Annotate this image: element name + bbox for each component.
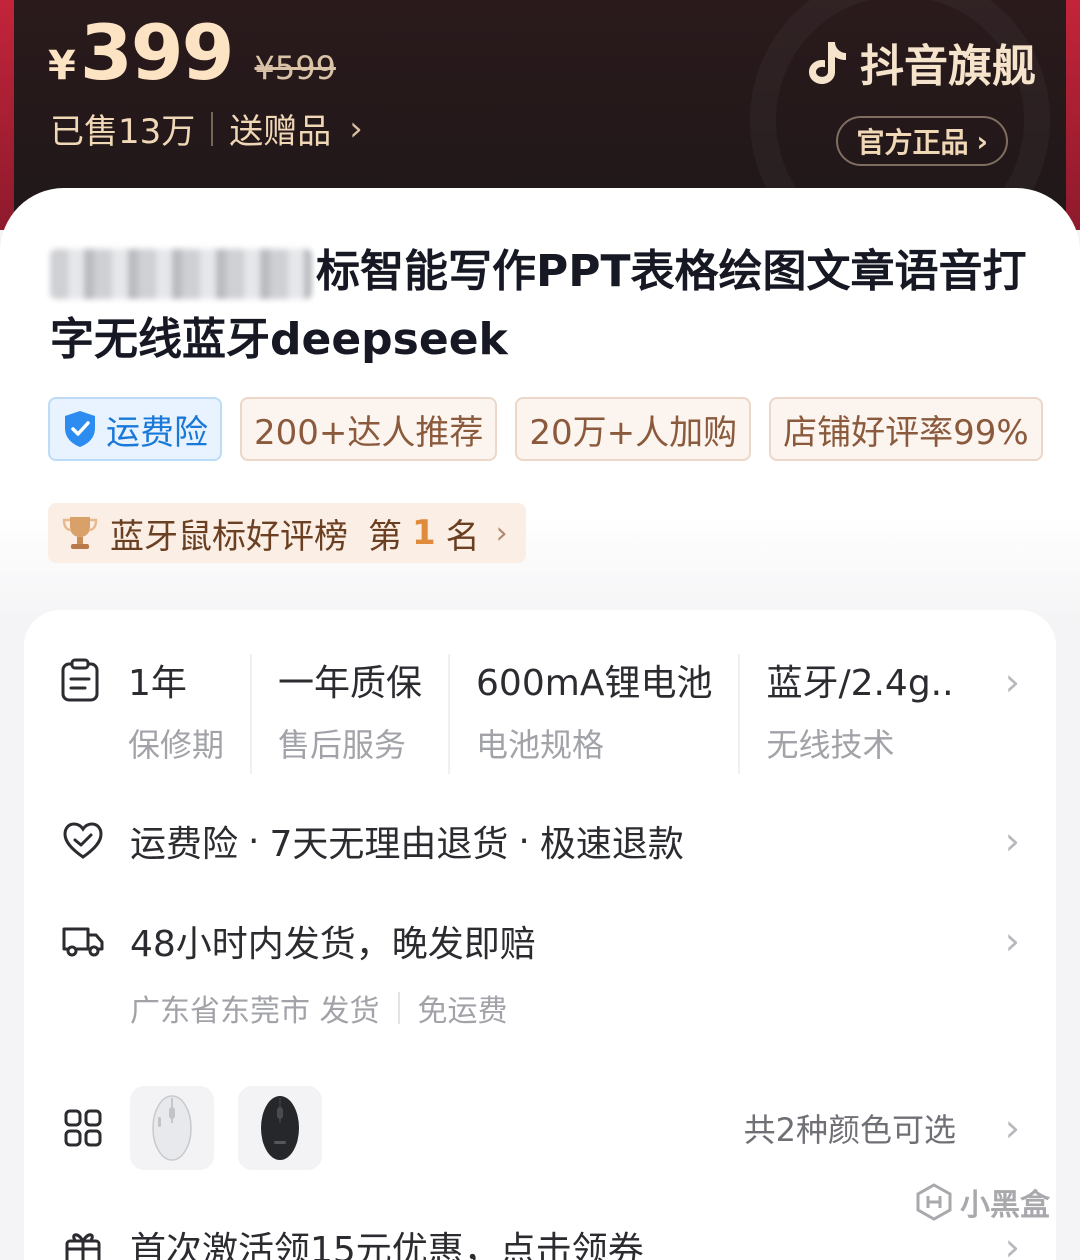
- spec-value: 蓝牙/2.4g..: [766, 663, 954, 704]
- gift-link[interactable]: 送赠品: [229, 104, 331, 153]
- color-thumb-black[interactable]: [238, 1086, 322, 1170]
- tag-label: 店铺好评率99%: [783, 412, 1029, 453]
- price-row: ¥ 399 ¥599: [48, 8, 336, 97]
- official-label: 官方正品: [856, 126, 969, 159]
- spec-key: 售后服务: [278, 726, 407, 764]
- black-mouse-icon: [261, 1096, 299, 1160]
- shipping-details: 广东省东莞市 发货 免运费: [130, 986, 508, 1030]
- chevron-right-icon: ›: [1004, 660, 1020, 704]
- spec-value: 600mA锂电池: [476, 663, 713, 704]
- shipping-promise: 48小时内发货，晚发即赔: [130, 924, 536, 965]
- chevron-right-icon: ›: [1004, 1225, 1020, 1260]
- tag-label: 运费险: [106, 412, 208, 453]
- chevron-right-icon: ›: [495, 515, 508, 551]
- coupon-text: 首次激活领15元优惠，点击领券: [130, 1230, 644, 1260]
- currency-symbol: ¥: [48, 43, 76, 89]
- heybox-watermark: 小黑盒: [914, 1180, 1050, 1224]
- separator-dot: ·: [248, 820, 260, 862]
- official-genuine-button[interactable]: 官方正品 ›: [836, 116, 1008, 166]
- cart-add-count-tag: 20万+人加购: [515, 397, 752, 461]
- color-options-label: 共2种颜色可选: [743, 1111, 956, 1149]
- chevron-right-icon: ›: [1004, 919, 1020, 963]
- spec-battery: 600mA锂电池 电池规格: [476, 654, 741, 774]
- header-edge-right: [1066, 0, 1080, 230]
- tag-label: 200+达人推荐: [254, 412, 484, 453]
- color-options-row[interactable]: 共2种颜色可选 ›: [60, 1086, 1020, 1170]
- douyin-logo-icon: [809, 42, 846, 84]
- shop-rating-tag: 店铺好评率99%: [769, 397, 1043, 461]
- trophy-icon: [62, 517, 98, 549]
- separator-dot: ·: [518, 820, 530, 862]
- product-tags: 运费险 200+达人推荐 20万+人加购 店铺好评率99%: [48, 397, 1061, 461]
- douyin-flagship-badge: 抖音旗舰: [804, 30, 1036, 94]
- chevron-right-icon: ›: [1004, 1106, 1020, 1150]
- shipping-row[interactable]: 48小时内发货，晚发即赔 ›: [60, 916, 1020, 966]
- coupon-row[interactable]: 首次激活领15元优惠，点击领券 ›: [60, 1222, 1020, 1260]
- rank-suffix: 名: [445, 516, 480, 557]
- spec-value: 一年质保: [278, 663, 423, 704]
- heybox-logo-icon: [916, 1183, 952, 1221]
- service-a: 运费险: [130, 824, 239, 865]
- spec-key: 无线技术: [766, 726, 895, 764]
- detail-card: 1年 保修期 一年质保 售后服务 600mA锂电池 电池规格 蓝牙/2.4g..…: [24, 610, 1056, 1260]
- divider: [397, 992, 400, 1024]
- shipping-insurance-tag[interactable]: 运费险: [48, 397, 222, 461]
- ranking-badge[interactable]: 蓝牙鼠标好评榜 第 1 名 ›: [48, 503, 526, 563]
- grid-icon: [60, 1109, 106, 1147]
- tag-label: 20万+人加购: [529, 412, 738, 453]
- influencer-recommend-tag: 200+达人推荐: [240, 397, 498, 461]
- shipping-fee: 免运费: [417, 994, 508, 1029]
- service-guarantee-row[interactable]: 运费险 · 7天无理由退货 · 极速退款 ›: [60, 816, 1020, 866]
- service-c: 极速退款: [539, 824, 684, 865]
- spec-after-sales: 一年质保 售后服务: [278, 654, 451, 774]
- spec-key: 保修期: [128, 726, 225, 764]
- gift-icon: [60, 1227, 106, 1260]
- clipboard-icon: [60, 658, 106, 774]
- rank-number: 1: [412, 513, 436, 553]
- sold-count: 已售13万: [50, 112, 196, 152]
- chevron-right-icon: ›: [976, 124, 988, 158]
- ship-origin: 广东省东莞市 发货: [130, 994, 380, 1029]
- spec-value: 1年: [128, 663, 187, 704]
- blurred-title-segment: [50, 249, 312, 299]
- original-price: ¥599: [254, 49, 336, 87]
- service-b: 7天无理由退货: [269, 824, 509, 865]
- header-edge-left: [0, 0, 14, 230]
- brand-label: 抖音旗舰: [860, 41, 1036, 92]
- rank-label: 蓝牙鼠标好评榜: [110, 516, 348, 557]
- current-price: 399: [79, 8, 235, 97]
- spec-summary-row[interactable]: 1年 保修期 一年质保 售后服务 600mA锂电池 电池规格 蓝牙/2.4g..…: [60, 654, 1020, 774]
- spec-key: 电池规格: [476, 726, 605, 764]
- watermark-text: 小黑盒: [960, 1188, 1050, 1223]
- sales-gift-row[interactable]: 已售13万 送赠品 ›: [50, 104, 363, 153]
- chevron-right-icon: ›: [349, 108, 363, 149]
- shield-check-icon: [65, 411, 95, 447]
- white-mouse-icon: [152, 1095, 192, 1161]
- spec-wireless: 蓝牙/2.4g.. 无线技术: [766, 654, 979, 774]
- rank-prefix: 第: [368, 516, 402, 557]
- divider: [211, 111, 214, 146]
- color-thumb-white[interactable]: [130, 1086, 214, 1170]
- heart-shield-icon: [60, 821, 106, 861]
- chevron-right-icon: ›: [1004, 819, 1020, 863]
- spec-warranty: 1年 保修期: [128, 654, 253, 774]
- product-title: 标智能写作PPT表格绘图文章语音打字无线蓝牙deepseek: [50, 238, 1040, 374]
- truck-icon: [60, 923, 106, 959]
